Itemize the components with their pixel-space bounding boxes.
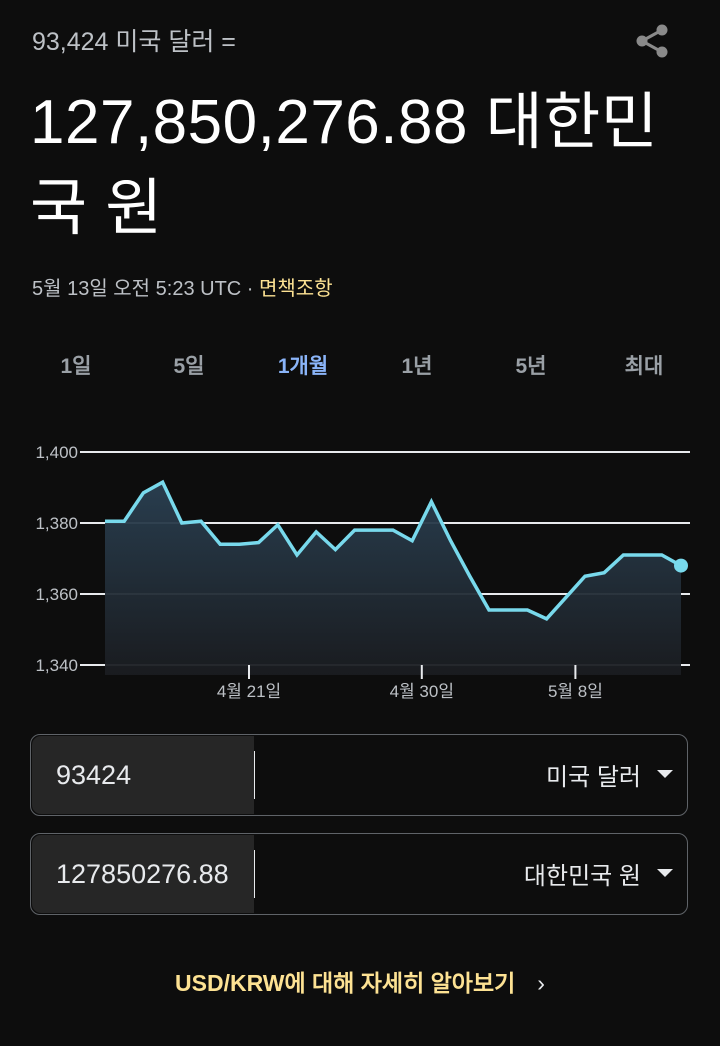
- tab-1y[interactable]: 1년: [367, 350, 467, 380]
- y-tick-label: 1,360: [35, 585, 78, 604]
- to-amount-input[interactable]: [32, 835, 254, 913]
- learn-more-label: USD/KRW에 대해 자세히 알아보기: [175, 970, 516, 996]
- tab-5y[interactable]: 5년: [481, 350, 581, 380]
- to-currency-select[interactable]: 대한민국 원: [524, 834, 673, 912]
- from-currency-row: 미국 달러: [30, 734, 688, 816]
- timestamp-line: 5월 13일 오전 5:23 UTC · 면책조항: [32, 272, 333, 301]
- conversion-result: 127,850,276.88 대한민국 원: [30, 88, 659, 243]
- last-point-marker: [674, 558, 688, 573]
- y-tick-label: 1,400: [35, 443, 78, 462]
- to-currency-label: 대한민국 원: [523, 862, 641, 890]
- dropdown-arrow-icon: [657, 869, 673, 877]
- tab-1m[interactable]: 1개월: [253, 350, 353, 380]
- chevron-right-icon: ›: [537, 970, 545, 996]
- from-currency-label: 미국 달러: [546, 763, 641, 791]
- to-currency-row: 대한민국 원: [30, 833, 688, 915]
- text-caret: [254, 850, 255, 898]
- x-tick-label: 5월 8일: [548, 682, 603, 701]
- share-icon[interactable]: [633, 22, 671, 60]
- from-currency-select[interactable]: 미국 달러: [546, 735, 673, 813]
- y-tick-label: 1,380: [35, 514, 78, 533]
- x-tick-label: 4월 30일: [390, 682, 454, 701]
- tab-max[interactable]: 최대: [594, 350, 694, 380]
- range-tabs: 1일 5일 1개월 1년 5년 최대: [0, 350, 720, 384]
- conversion-subtitle: 93,424 미국 달러 =: [32, 28, 236, 56]
- exchange-rate-chart: 1,400 1,380 1,360 1,340 4월 21일 4월 30일 5월 8일: [35, 443, 690, 701]
- disclaimer-link[interactable]: 면책조항: [259, 278, 333, 300]
- tab-5d[interactable]: 5일: [139, 350, 239, 380]
- area-fill: [105, 482, 681, 675]
- from-amount-input[interactable]: [32, 736, 254, 814]
- x-tick-label: 4월 21일: [217, 682, 281, 701]
- learn-more-link[interactable]: USD/KRW에 대해 자세히 알아보기 ›: [0, 964, 720, 998]
- timestamp: 5월 13일 오전 5:23 UTC ·: [32, 278, 259, 300]
- tab-1d[interactable]: 1일: [26, 350, 126, 380]
- y-tick-label: 1,340: [35, 656, 78, 675]
- text-caret: [254, 751, 255, 799]
- dropdown-arrow-icon: [657, 770, 673, 778]
